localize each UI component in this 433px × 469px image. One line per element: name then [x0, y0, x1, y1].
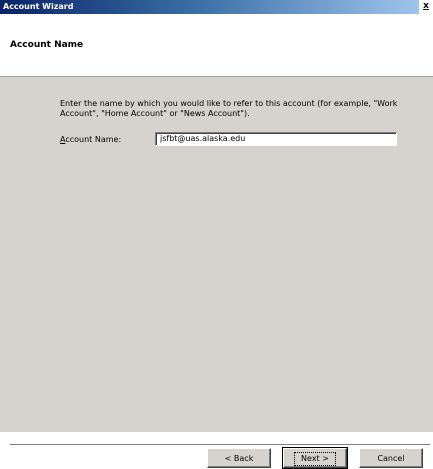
cancel-button[interactable]: Cancel [359, 448, 423, 468]
close-button[interactable]: x [419, 0, 433, 14]
title-bar: Account Wizard x [0, 0, 433, 14]
page-heading: Account Name [10, 40, 84, 50]
account-name-label-text: ccount Name: [65, 135, 122, 144]
wizard-header: Account Name [0, 14, 433, 77]
window-title: Account Wizard [3, 2, 74, 11]
account-name-input[interactable] [155, 132, 397, 146]
next-button-label: Next > [294, 452, 336, 466]
button-separator [10, 444, 430, 446]
next-button[interactable]: Next > [282, 447, 348, 469]
instructions-text: Enter the name by which you would like t… [60, 99, 398, 118]
account-name-label: Account Name: [60, 135, 121, 144]
wizard-content: Enter the name by which you would like t… [0, 77, 433, 469]
cancel-button-label: Cancel [377, 454, 405, 463]
back-button-label: < Back [224, 454, 254, 463]
back-button[interactable]: < Back [207, 448, 271, 468]
